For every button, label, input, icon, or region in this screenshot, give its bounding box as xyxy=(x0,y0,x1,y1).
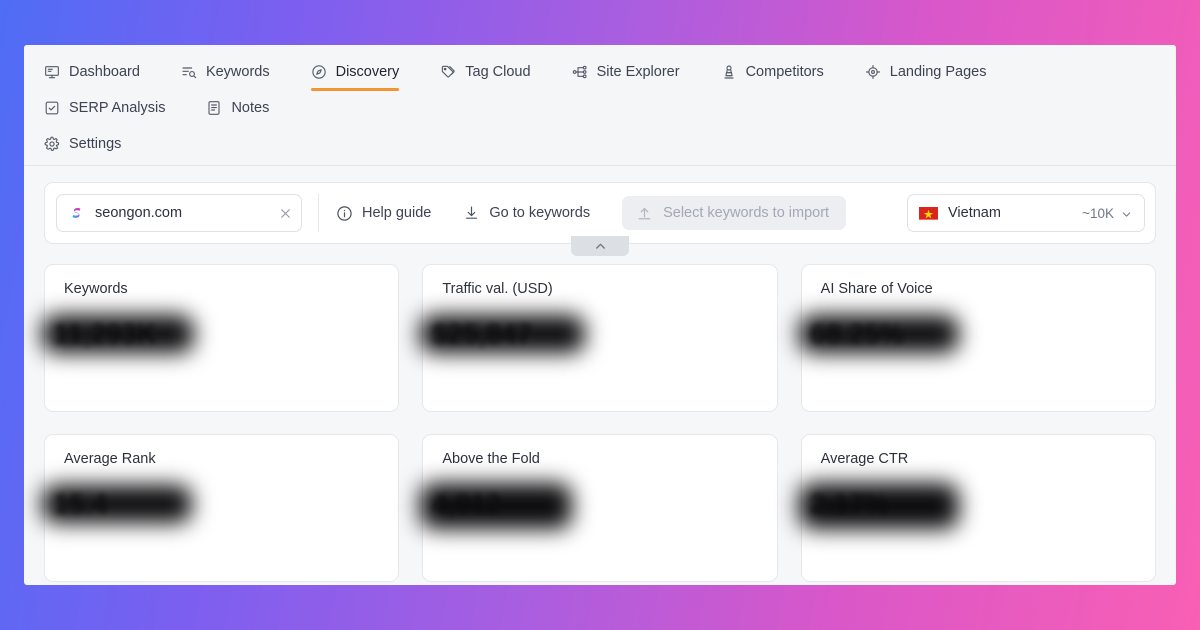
main-navigation: Dashboard Keywords Discovery Tag Cloud S… xyxy=(24,45,1176,166)
card-value-area: 2.17% xyxy=(798,483,1136,545)
seongon-logo-icon xyxy=(68,205,85,222)
info-circle-icon xyxy=(336,205,353,222)
chevron-up-icon xyxy=(595,243,605,249)
help-guide-button[interactable]: Help guide xyxy=(336,205,431,222)
card-title: AI Share of Voice xyxy=(820,281,933,297)
card-value-area: 15.4 xyxy=(42,483,379,545)
card-title: Traffic val. (USD) xyxy=(442,281,553,297)
target-icon xyxy=(865,64,881,80)
tab-label: Competitors xyxy=(745,64,824,80)
domain-value: seongon.com xyxy=(95,205,183,221)
tab-label: Landing Pages xyxy=(889,64,987,80)
card-value-area: 11,293K xyxy=(42,313,379,375)
country-name: Vietnam xyxy=(948,205,1001,221)
document-icon xyxy=(206,100,222,116)
import-label: Select keywords to import xyxy=(663,205,830,221)
card-title: Keywords xyxy=(64,281,128,297)
tab-settings[interactable]: Settings xyxy=(44,127,121,165)
redaction-overlay xyxy=(42,485,192,523)
gear-icon xyxy=(44,136,60,152)
tab-tag-cloud[interactable]: Tag Cloud xyxy=(440,55,531,91)
upload-icon xyxy=(636,205,653,222)
help-guide-label: Help guide xyxy=(362,205,432,221)
card-value-area: 68.25% xyxy=(798,313,1136,375)
card-value-area: $25,847 xyxy=(420,313,757,375)
checkbox-icon xyxy=(44,100,60,116)
card-value-area: 4,912 xyxy=(420,483,757,545)
nav-row-secondary: Settings xyxy=(44,127,1156,165)
metric-card-keywords[interactable]: Keywords 11,293K xyxy=(42,264,400,412)
close-icon[interactable] xyxy=(279,207,292,220)
nav-row-primary: Dashboard Keywords Discovery Tag Cloud S… xyxy=(44,55,1156,127)
card-title: Above the Fold xyxy=(442,451,540,467)
import-keywords-button[interactable]: Select keywords to import xyxy=(622,196,847,230)
redaction-overlay xyxy=(420,315,586,353)
tab-dashboard[interactable]: Dashboard xyxy=(44,55,140,91)
tags-icon xyxy=(440,64,456,80)
tab-keywords[interactable]: Keywords xyxy=(181,55,270,91)
tab-label: Keywords xyxy=(205,64,270,80)
tab-competitors[interactable]: Competitors xyxy=(721,55,824,91)
toolbar-section: seongon.com Help guide Go to keywords Se… xyxy=(24,166,1176,256)
metric-cards-grid: Keywords 11,293K Traffic val. (USD) $25,… xyxy=(24,244,1176,582)
tab-notes[interactable]: Notes xyxy=(206,91,269,127)
country-selector[interactable]: Vietnam ~10K xyxy=(907,194,1145,232)
country-count-value: ~10K xyxy=(1082,205,1114,221)
tab-discovery[interactable]: Discovery xyxy=(310,55,400,91)
tab-label: SERP Analysis xyxy=(69,100,166,116)
download-arrow-icon xyxy=(463,205,480,222)
country-keyword-count: ~10K xyxy=(1082,206,1132,221)
metric-card-average-rank[interactable]: Average Rank 15.4 xyxy=(42,434,400,582)
tab-label: Site Explorer xyxy=(596,64,680,80)
tab-site-explorer[interactable]: Site Explorer xyxy=(572,55,680,91)
toolbar: seongon.com Help guide Go to keywords Se… xyxy=(44,182,1156,256)
tab-serp-analysis[interactable]: SERP Analysis xyxy=(44,91,165,127)
domain-input[interactable]: seongon.com xyxy=(56,194,302,232)
tab-label: Discovery xyxy=(335,64,400,80)
pawn-icon xyxy=(721,64,737,80)
card-title: Average Rank xyxy=(64,451,156,467)
redaction-overlay xyxy=(42,315,194,353)
app-window: Dashboard Keywords Discovery Tag Cloud S… xyxy=(24,45,1176,585)
tab-label: Notes xyxy=(231,100,270,116)
metric-card-above-the-fold[interactable]: Above the Fold 4,912 xyxy=(420,434,778,582)
tab-label: Settings xyxy=(69,136,122,152)
go-to-keywords-label: Go to keywords xyxy=(489,205,591,221)
toolbar-divider xyxy=(318,194,319,232)
redaction-overlay xyxy=(798,315,959,353)
tab-landing-pages[interactable]: Landing Pages xyxy=(865,55,987,91)
metric-card-ai-share-of-voice[interactable]: AI Share of Voice 68.25% xyxy=(798,264,1156,412)
chevron-down-icon[interactable] xyxy=(1121,208,1132,219)
redaction-overlay xyxy=(798,483,959,529)
compass-icon xyxy=(311,64,327,80)
card-title: Average CTR xyxy=(820,451,909,467)
go-to-keywords-button[interactable]: Go to keywords xyxy=(463,205,590,222)
collapse-toolbar-button[interactable] xyxy=(571,236,629,256)
metric-card-average-ctr[interactable]: Average CTR 2.17% xyxy=(798,434,1156,582)
tab-label: Tag Cloud xyxy=(465,64,531,80)
monitor-icon xyxy=(44,64,60,80)
redaction-overlay xyxy=(420,483,573,529)
sitemap-icon xyxy=(572,64,588,80)
tab-label: Dashboard xyxy=(69,64,140,80)
metric-card-traffic-value[interactable]: Traffic val. (USD) $25,847 xyxy=(420,264,778,412)
list-search-icon xyxy=(181,64,197,80)
vietnam-flag-icon xyxy=(919,206,938,220)
